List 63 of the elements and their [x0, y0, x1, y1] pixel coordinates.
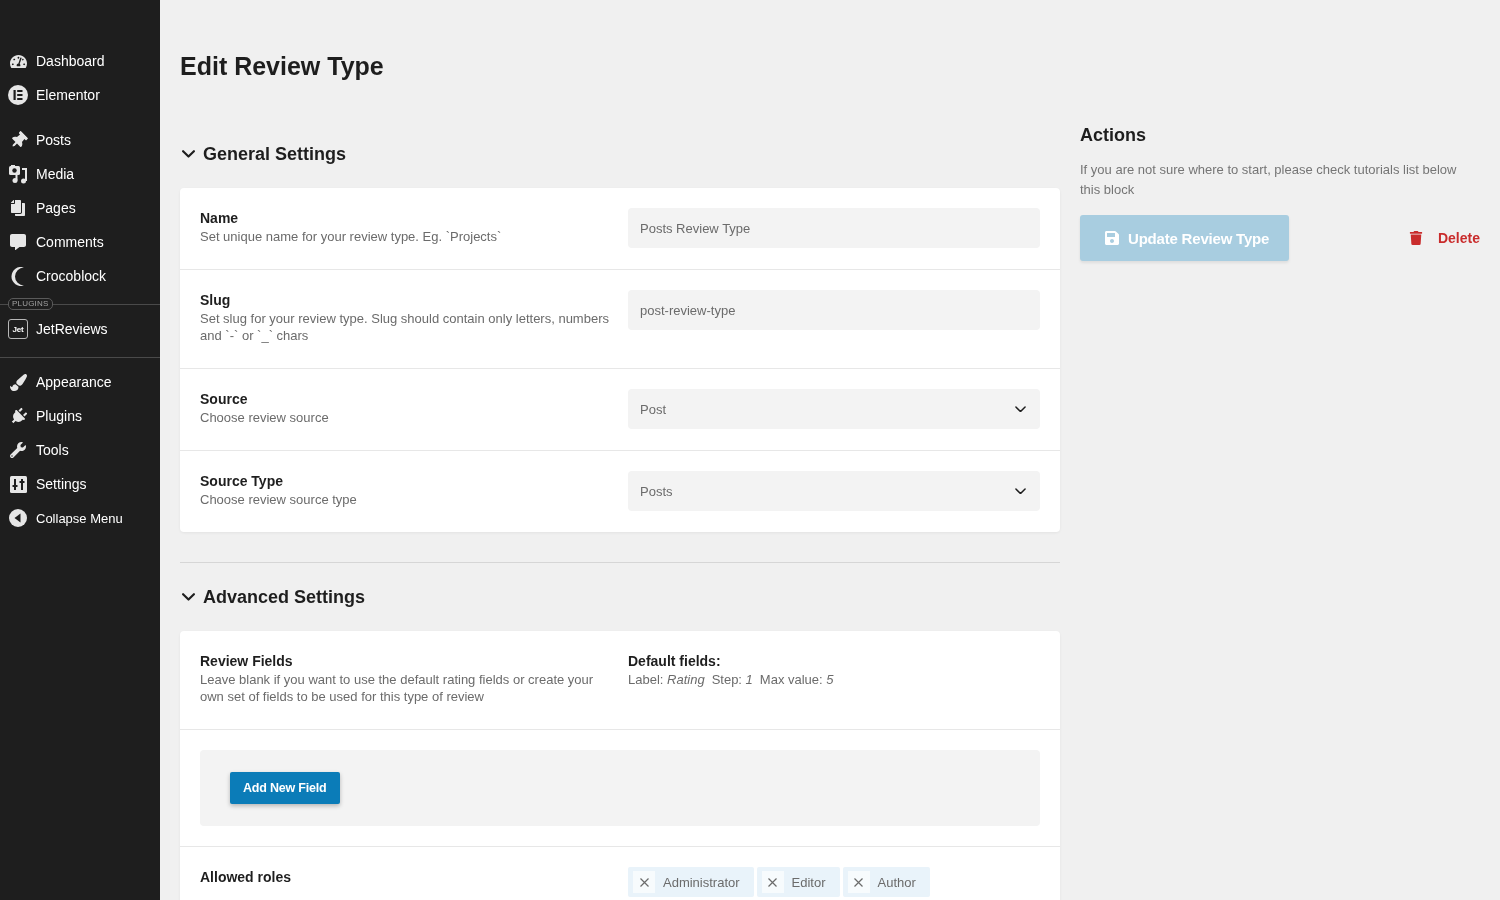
sidebar-item[interactable]: Plugins — [0, 399, 160, 433]
remove-tag-button[interactable] — [847, 871, 870, 893]
delete-button[interactable]: Delete — [1408, 230, 1480, 246]
select-field[interactable]: Posts — [628, 471, 1040, 511]
actions-hint: If you are not sure where to start, please check tutorials list below this block — [1080, 161, 1458, 199]
photo-music-icon — [8, 164, 28, 184]
sidebar-item[interactable]: Dashboard — [0, 44, 160, 78]
remove-tag-button[interactable] — [633, 871, 655, 893]
field-description: Leave blank if you want to use the default rating fields or create your own set of fields to be used for this type of review — [200, 671, 595, 705]
text-input[interactable]: post-review-type — [628, 290, 1040, 330]
section-toggle[interactable]: General Settings — [180, 142, 347, 166]
role-name: Administrator — [663, 874, 740, 890]
close-icon — [639, 877, 649, 887]
field-label: Review Fields — [200, 652, 294, 671]
sidebar-item[interactable]: Tools — [0, 433, 160, 467]
chevron-down-icon — [1015, 405, 1026, 413]
field-description: Choose review source — [200, 409, 330, 426]
field-description: Choose review source type — [200, 491, 358, 508]
field-label: Source — [200, 390, 249, 409]
sidebar-item[interactable]: Appearance — [0, 365, 160, 399]
select-field[interactable]: Post — [628, 389, 1040, 429]
field-label: Name — [200, 209, 240, 228]
crescent-icon — [11, 266, 25, 286]
page-title: Edit Review Type — [180, 51, 385, 82]
field-label: Allowed roles — [200, 868, 293, 887]
sidebar-item[interactable]: Pages — [0, 191, 160, 225]
remove-tag-button[interactable] — [761, 871, 784, 893]
sidebar-item[interactable]: Media — [0, 157, 160, 191]
paintbrush-icon — [9, 373, 27, 391]
role-name: Author — [877, 874, 916, 890]
collapse-menu-button[interactable]: Collapse Menu — [0, 501, 160, 535]
default-field-info: Step: 1 — [711, 671, 753, 688]
section-toggle[interactable]: Advanced Settings — [180, 585, 366, 609]
wrench-icon — [10, 442, 26, 458]
speech-bubble-icon — [10, 234, 26, 250]
sidebar-item[interactable]: Elementor — [0, 78, 160, 112]
sidebar-item[interactable]: Comments — [0, 225, 160, 259]
actions-title: Actions — [1080, 124, 1147, 147]
sidebar-item[interactable]: Crocoblock — [0, 259, 160, 293]
close-icon — [768, 877, 778, 887]
add-new-field-button[interactable]: Add New Field — [230, 772, 340, 804]
field-description: Set unique name for your review type. Eg. `Projects` — [200, 228, 503, 245]
field-label: Slug — [200, 291, 232, 310]
section-label: PLUGINS — [8, 298, 53, 310]
default-field-info: Label: Rating — [628, 671, 705, 688]
sidebar-item[interactable]: Settings — [0, 467, 160, 501]
pages-icon — [10, 200, 26, 216]
close-icon — [854, 877, 864, 887]
sliders-icon — [9, 475, 27, 493]
logo-icon: Jet — [8, 319, 28, 339]
default-field-info: Max value: 5 — [759, 671, 834, 688]
sidebar-item[interactable]: Posts — [0, 123, 160, 157]
field-label: Source Type — [200, 472, 284, 491]
chevron-down-icon — [1015, 487, 1026, 495]
e-circle-icon — [8, 85, 28, 105]
gauge-icon — [9, 52, 27, 70]
role-name: Editor — [791, 874, 826, 890]
left-arrow-circle-icon — [9, 509, 27, 527]
field-description: Set slug for your review type. Slug should contain only letters, numbers and `-` or `_` chars — [200, 310, 610, 344]
text-input[interactable]: Posts Review Type — [628, 208, 1040, 248]
info-title: Default fields: — [628, 652, 722, 671]
trash-icon — [1408, 231, 1423, 245]
sidebar-item[interactable]: Jet JetReviews — [0, 312, 160, 346]
